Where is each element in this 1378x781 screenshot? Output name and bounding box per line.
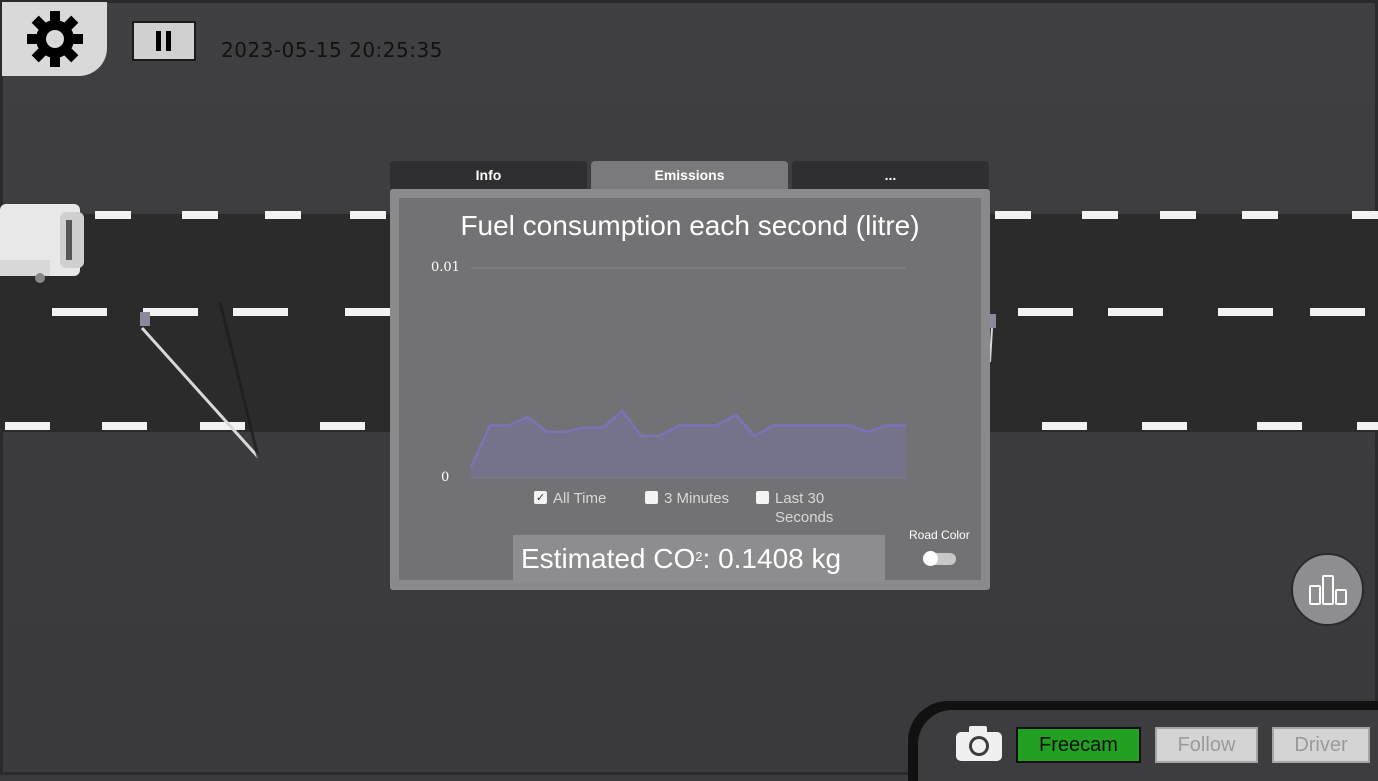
data-point	[678, 424, 680, 427]
street-lamp	[140, 301, 260, 459]
emissions-panel-content: Fuel consumption each second (litre) 0.0…	[399, 198, 981, 582]
data-point	[640, 435, 643, 437]
data-point	[659, 435, 661, 437]
data-point	[564, 431, 567, 433]
data-point	[545, 431, 548, 433]
simulation-timestamp: 2023-05-15 20:25:35	[221, 38, 443, 62]
data-point	[470, 466, 472, 469]
settings-button[interactable]	[2, 2, 107, 76]
lane-dash	[1310, 308, 1365, 316]
lane-dash	[5, 422, 50, 430]
data-point	[848, 424, 851, 427]
checkbox-last-30-label-line2: Seconds	[775, 509, 834, 526]
bar-chart-icon	[1308, 574, 1347, 605]
lane-dash	[1160, 211, 1196, 219]
gear-icon	[26, 11, 83, 67]
data-point	[886, 424, 888, 427]
lane-dash	[1357, 422, 1378, 430]
lane-dash	[995, 211, 1031, 219]
chart-title: Fuel consumption each second (litre)	[460, 210, 920, 241]
driver-button[interactable]: Driver	[1272, 727, 1370, 763]
y-tick-label-min: 0	[441, 470, 450, 485]
checkbox-3-minutes-label: 3 Minutes	[664, 490, 730, 507]
road-color-toggle-knob	[923, 551, 938, 566]
tab-emissions[interactable]: Emissions	[591, 161, 788, 189]
road-color-label: Road Color	[909, 528, 970, 542]
lane-dash	[1218, 308, 1273, 316]
statistics-button[interactable]	[1291, 553, 1364, 626]
co2-estimate: Estimated CO 2: 0.1408 kg	[513, 535, 885, 582]
lane-dash	[182, 211, 218, 219]
data-point	[489, 424, 491, 427]
data-point	[526, 416, 529, 418]
data-point	[621, 410, 624, 412]
pause-icon	[156, 31, 171, 51]
checkbox-all-time-label: All Time	[553, 490, 607, 507]
lane-dash	[1042, 422, 1087, 430]
checkbox-last-30-label-line1: Last 30	[775, 490, 825, 507]
data-point	[508, 424, 510, 427]
lane-dash	[95, 211, 131, 219]
data-point	[697, 424, 699, 427]
checkbox-3-minutes[interactable]	[645, 491, 658, 504]
camera-icon	[956, 726, 1002, 761]
lane-dash	[52, 308, 107, 316]
data-point	[829, 424, 832, 427]
lane-dash	[1018, 308, 1073, 316]
screenshot-button[interactable]	[954, 723, 1004, 763]
checkbox-all-time[interactable]: ✓	[534, 491, 547, 504]
data-point	[791, 424, 794, 427]
lane-dash	[350, 211, 386, 219]
checkbox-last-30-seconds[interactable]	[756, 491, 769, 504]
data-point	[716, 424, 718, 427]
co2-superscript: 2	[695, 549, 703, 564]
data-point	[602, 426, 605, 429]
tab-info[interactable]: Info	[390, 161, 587, 189]
lane-dash	[1352, 211, 1378, 219]
follow-button[interactable]: Follow	[1155, 727, 1258, 763]
lane-dash	[320, 422, 365, 430]
freecam-button[interactable]: Freecam	[1016, 727, 1141, 763]
lane-dash	[265, 211, 301, 219]
pause-button[interactable]	[132, 21, 196, 61]
road-color-toggle[interactable]	[923, 551, 956, 566]
data-point	[810, 424, 813, 427]
co2-prefix: Estimated CO	[521, 542, 696, 574]
emissions-panel: Fuel consumption each second (litre) 0.0…	[390, 189, 990, 590]
van-vehicle[interactable]	[0, 200, 92, 286]
data-point	[905, 424, 907, 427]
fuel-consumption-chart	[469, 267, 907, 479]
data-point	[772, 424, 775, 427]
data-point	[867, 431, 869, 433]
lane-dash	[1082, 211, 1118, 219]
tab-more[interactable]: ...	[792, 161, 989, 189]
lane-dash	[1257, 422, 1302, 430]
data-point	[753, 435, 756, 437]
lane-dash	[1108, 308, 1163, 316]
series-area	[471, 410, 906, 478]
lane-dash	[1142, 422, 1187, 430]
data-point	[734, 414, 737, 416]
co2-value: : 0.1408 kg	[702, 542, 842, 574]
lane-dash	[1242, 211, 1278, 219]
data-point	[583, 426, 586, 429]
y-tick-label-max: 0.01	[431, 260, 460, 275]
